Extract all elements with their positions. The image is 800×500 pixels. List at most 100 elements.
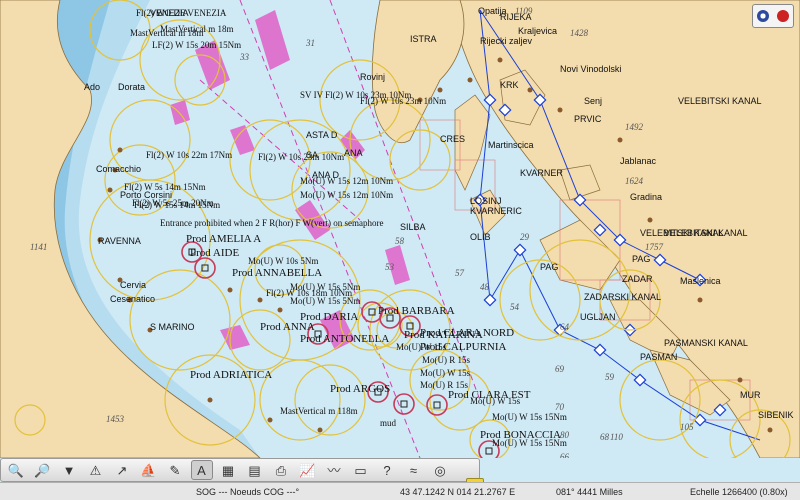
navigation-light-dot: [117, 147, 123, 153]
place-label: Rovinj: [360, 72, 385, 82]
navigation-light-dot: [617, 137, 623, 143]
depth-sounding: 1109: [515, 6, 533, 16]
palette-icon[interactable]: ▦: [217, 460, 239, 480]
platform-label: Prod BARBARA: [378, 305, 455, 317]
platform-label: Prod ARGOS: [330, 383, 390, 395]
depth-sounding: 57: [455, 268, 465, 278]
depth-sounding: 59: [605, 372, 615, 382]
info-icon[interactable]: ?: [376, 460, 398, 480]
status-bar: SOG --- Noeuds COG ---° 43 47.1242 N 014…: [0, 482, 800, 500]
navigation-light-dot: [257, 297, 263, 303]
navigation-light-dot: [467, 77, 473, 83]
graph-icon[interactable]: 📈: [297, 460, 319, 480]
platform-label: Prod ANTONELLA: [300, 333, 389, 345]
navigation-light-dot: [277, 307, 283, 313]
track-icon[interactable]: 〰: [323, 460, 345, 480]
navigation-light-dot: [497, 57, 503, 63]
record-icon[interactable]: [777, 10, 789, 22]
depth-sounding: 1624: [625, 176, 644, 186]
chart-note: mud: [380, 418, 397, 428]
warning-icon[interactable]: ⚠: [85, 460, 107, 480]
chart-note: Fl(2) WO DE VENEZIA: [136, 8, 227, 18]
place-label: OLIB: [470, 232, 491, 242]
light-characteristic-label: Mo(U) W 15s: [420, 368, 471, 378]
chart-note: MastVertical m 18m: [130, 28, 204, 38]
light-characteristic-label: Fl(2) W 5s 14m 15Nm: [124, 182, 206, 192]
chart-note: LF(2) W 15s 20m 15Nm: [152, 40, 241, 50]
depth-sounding: 1453: [106, 414, 125, 424]
navigation-light-dot: [207, 397, 213, 403]
place-label: PAG: [632, 254, 650, 264]
depth-sounding: 70: [555, 402, 565, 412]
place-label: PAG: [540, 262, 558, 272]
depth-sounding: 1492: [625, 122, 644, 132]
image-icon[interactable]: ▭: [350, 460, 372, 480]
cursor-position: 43 47.1242 N 014 21.2767 E: [400, 487, 516, 497]
place-label: ISTRA: [410, 34, 437, 44]
platform-label: Prod BONACCIA: [480, 429, 561, 441]
place-label: ZADAR: [622, 274, 653, 284]
place-label: Novi Vinodolski: [560, 64, 621, 74]
navigation-light-dot: [697, 297, 703, 303]
place-label: Maslenica: [680, 276, 721, 286]
navigation-light-dot: [557, 107, 563, 113]
depth-sounding: 66: [560, 452, 570, 458]
layers-icon[interactable]: ▤: [244, 460, 266, 480]
place-label: Comacchio: [96, 164, 141, 174]
place-label: ZADARSKI KANAL: [584, 292, 661, 302]
place-label: Opatija: [478, 6, 507, 16]
platform-label: Prod AMELIA A: [186, 233, 261, 245]
light-characteristic-label: Fl(2) W 10s 23m 10Nm: [258, 152, 344, 162]
zoom-in-icon[interactable]: 🔍: [5, 460, 27, 480]
lifebuoy-icon[interactable]: ◎: [429, 460, 451, 480]
place-label: CRES: [440, 134, 465, 144]
depth-sounding: 64: [560, 322, 570, 332]
toolbar: 🔍 🔎 ▼ ⚠ ↗ ⛵ ✎ A ▦ ▤ ⎙ 📈 〰 ▭? ≈ ◎: [0, 458, 480, 482]
depth-sounding: 58: [395, 236, 405, 246]
print-icon[interactable]: ⎙: [270, 460, 292, 480]
place-label: PASMANSKI KANAL: [664, 338, 748, 348]
place-label: VELEBITSKI KANAL: [678, 96, 762, 106]
depth-sounding: 110: [610, 432, 623, 442]
light-characteristic-label: Mo(U) W 15s 15Nm: [492, 412, 567, 422]
navigation-light-dot: [737, 377, 743, 383]
light-characteristic-label: Mo(U) W 15s 12m 10Nm: [300, 176, 393, 186]
place-label: Rijecki zaljev: [480, 36, 533, 46]
bearing-distance: 081° 4441 Milles: [556, 487, 623, 497]
navigation-light-dot: [647, 217, 653, 223]
place-label: KVARNERIC: [470, 206, 522, 216]
navigation-light-dot: [227, 287, 233, 293]
light-characteristic-label: Fl(2) W 10s 22m 17Nm: [146, 150, 232, 160]
navigation-light-dot: [317, 427, 323, 433]
place-label: Senj: [584, 96, 602, 106]
platform-label: Prod CLARA EST: [448, 389, 531, 401]
depth-sounding: 1141: [30, 242, 47, 252]
nautical-chart[interactable]: RIJEKA Opatija Rijecki zaljev Kraljevica Nov…: [0, 0, 800, 458]
tide-icon[interactable]: ≈: [403, 460, 425, 480]
chart-note: Fl(2) W 5s 25m 20Nm: [132, 198, 214, 208]
place-label: Kraljevica: [518, 26, 557, 36]
zoom-out-icon[interactable]: 🔎: [32, 460, 54, 480]
filter-icon[interactable]: ▼: [58, 460, 80, 480]
platform-label: Prod CLARA NORD: [420, 327, 514, 339]
text-tool-icon[interactable]: A: [190, 460, 213, 480]
light-characteristic-label: MastVertical m 118m: [280, 406, 358, 416]
light-characteristic-label: Mo(U) W 10s 5Nm: [248, 256, 318, 266]
light-characteristic-label: Fl(2) W 10s 18m 10Nm: [266, 288, 352, 298]
pen-icon[interactable]: ✎: [164, 460, 186, 480]
place-label: Martinscica: [488, 140, 534, 150]
compass-widget[interactable]: [752, 4, 794, 28]
depth-sounding: 1757: [645, 242, 664, 252]
route-icon[interactable]: ↗: [111, 460, 133, 480]
chart-note: Entrance prohibited when 2 F R(hor) F W(…: [160, 218, 384, 228]
navigation-light-dot: [267, 417, 273, 423]
platform-label: Prod AIDE: [190, 247, 239, 259]
depth-sounding: 69: [555, 364, 565, 374]
north-arrow-icon[interactable]: [757, 10, 769, 22]
boat-icon[interactable]: ⛵: [138, 460, 160, 480]
place-label: KRK: [500, 80, 519, 90]
navigation-light-dot: [767, 427, 773, 433]
place-label: PRVIC: [574, 114, 602, 124]
navigation-light-dot: [437, 87, 443, 93]
place-label: UGLJAN: [580, 312, 616, 322]
